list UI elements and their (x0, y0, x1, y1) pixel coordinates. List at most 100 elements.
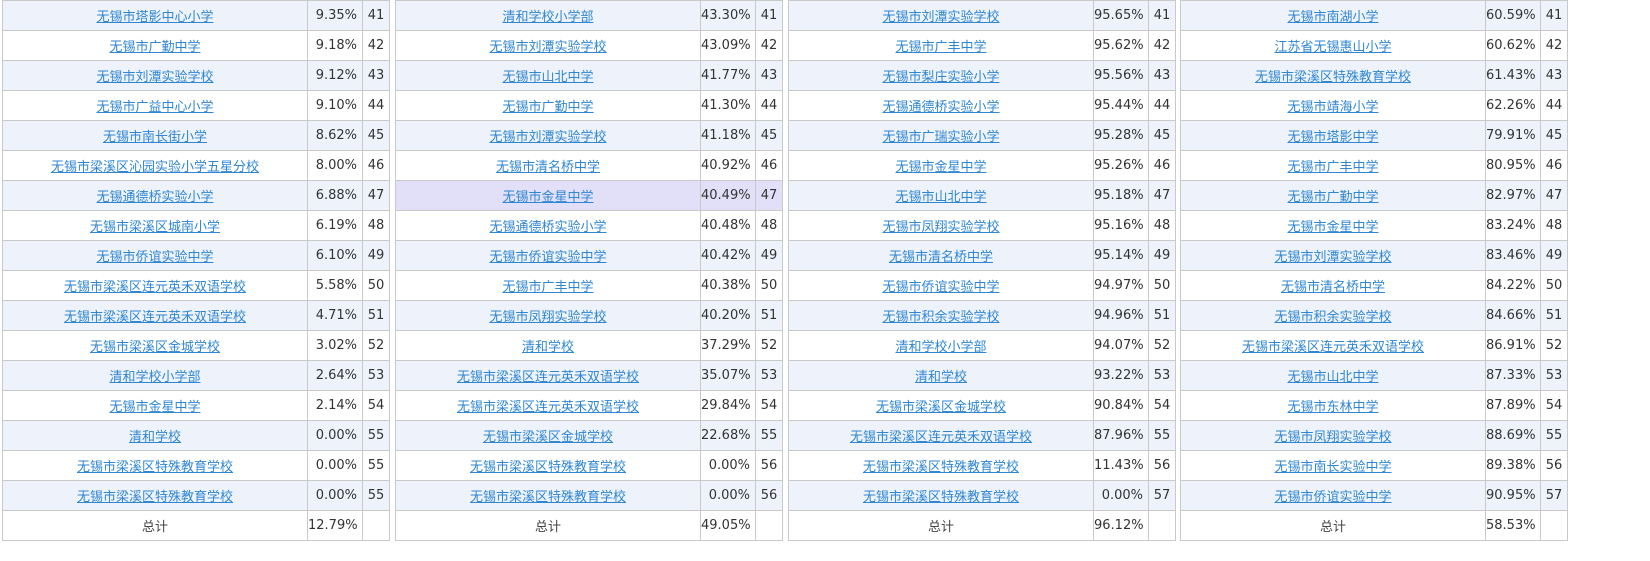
percentage-cell: 11.43% (1093, 450, 1149, 481)
total-row: 总计 58.53% (1180, 510, 1568, 541)
school-link[interactable]: 无锡市塔影中心小学 (96, 10, 213, 25)
school-link[interactable]: 无锡市刘潭实验学校 (882, 10, 999, 25)
school-link[interactable]: 无锡市凤翔实验学校 (1274, 430, 1391, 445)
school-link[interactable]: 无锡市刘潭实验学校 (489, 130, 606, 145)
school-link[interactable]: 无锡市广丰中学 (1287, 160, 1378, 175)
rank-cell: 43 (1148, 60, 1176, 91)
school-link[interactable]: 无锡市刘潭实验学校 (489, 40, 606, 55)
school-link[interactable]: 无锡市梁溪区连元英禾双语学校 (850, 430, 1032, 445)
rank-cell: 42 (1540, 30, 1568, 61)
school-name-cell: 无锡市凤翔实验学校 (395, 300, 701, 331)
school-link[interactable]: 无锡市南长街小学 (103, 130, 207, 145)
school-link[interactable]: 清和学校小学部 (895, 340, 986, 355)
table-row: 无锡市梁溪区金城学校 90.84% 54 (788, 390, 1176, 421)
percentage-cell: 84.66% (1485, 300, 1541, 331)
school-link[interactable]: 无锡市梁溪区连元英禾双语学校 (1242, 340, 1424, 355)
school-link[interactable]: 无锡市广瑞实验小学 (882, 130, 999, 145)
percentage-cell: 0.00% (307, 420, 363, 451)
percentage-cell: 22.68% (700, 420, 756, 451)
school-name-cell: 清和学校 (395, 330, 701, 361)
school-link[interactable]: 无锡市广勤中学 (1287, 190, 1378, 205)
school-name-cell: 无锡市积余实验学校 (788, 300, 1094, 331)
school-link[interactable]: 无锡市梁溪区特殊教育学校 (470, 490, 626, 505)
school-link[interactable]: 清和学校 (915, 370, 967, 385)
school-link[interactable]: 无锡市广勤中学 (109, 40, 200, 55)
rank-cell: 55 (362, 480, 390, 511)
school-link[interactable]: 无锡市清名桥中学 (889, 250, 993, 265)
school-link[interactable]: 无锡市梁溪区沁园实验小学五星分校 (51, 160, 259, 175)
school-link[interactable]: 无锡市梨庄实验小学 (882, 70, 999, 85)
school-link[interactable]: 无锡市山北中学 (895, 190, 986, 205)
school-link[interactable]: 无锡市广益中心小学 (96, 100, 213, 115)
school-link[interactable]: 无锡市刘潭实验学校 (1274, 250, 1391, 265)
school-link[interactable]: 无锡市梁溪区特殊教育学校 (863, 490, 1019, 505)
school-link[interactable]: 无锡市清名桥中学 (496, 160, 600, 175)
school-link[interactable]: 无锡通德桥实验小学 (489, 220, 606, 235)
rank-cell: 53 (755, 360, 783, 391)
school-name-cell: 无锡市靖海小学 (1180, 90, 1486, 121)
school-link[interactable]: 无锡市梁溪区特殊教育学校 (77, 490, 233, 505)
school-link[interactable]: 无锡市凤翔实验学校 (489, 310, 606, 325)
school-link[interactable]: 无锡市梁溪区连元英禾双语学校 (457, 400, 639, 415)
school-link[interactable]: 无锡市梁溪区特殊教育学校 (863, 460, 1019, 475)
school-link[interactable]: 无锡市梁溪区特殊教育学校 (470, 460, 626, 475)
table-row: 无锡市金星中学 2.14% 54 (2, 390, 390, 421)
school-link[interactable]: 江苏省无锡惠山小学 (1274, 40, 1391, 55)
school-link[interactable]: 无锡市广丰中学 (895, 40, 986, 55)
school-link[interactable]: 无锡市金星中学 (1287, 220, 1378, 235)
school-link[interactable]: 无锡市梁溪区特殊教育学校 (1255, 70, 1411, 85)
total-rank-empty (1540, 510, 1568, 541)
school-link[interactable]: 无锡市侨谊实验中学 (1274, 490, 1391, 505)
school-link[interactable]: 无锡市梁溪区金城学校 (876, 400, 1006, 415)
table-row: 无锡市南湖小学 60.59% 41 (1180, 0, 1568, 31)
table-row: 无锡市刘潭实验学校 95.65% 41 (788, 0, 1176, 31)
school-link[interactable]: 无锡市塔影中学 (1287, 130, 1378, 145)
school-link[interactable]: 无锡市东林中学 (1287, 400, 1378, 415)
total-rank-empty (1148, 510, 1176, 541)
school-link[interactable]: 无锡市广丰中学 (502, 280, 593, 295)
table-row: 无锡市梁溪区连元英禾双语学校 4.71% 51 (2, 300, 390, 331)
school-link[interactable]: 清和学校 (129, 430, 181, 445)
school-name-cell: 无锡市梁溪区连元英禾双语学校 (395, 360, 701, 391)
school-link[interactable]: 无锡市侨谊实验中学 (96, 250, 213, 265)
school-link[interactable]: 无锡市金星中学 (895, 160, 986, 175)
school-link[interactable]: 清和学校 (522, 340, 574, 355)
school-name-cell: 无锡市梁溪区特殊教育学校 (788, 450, 1094, 481)
school-link[interactable]: 无锡市梁溪区城南小学 (90, 220, 220, 235)
school-link[interactable]: 清和学校小学部 (502, 10, 593, 25)
percentage-cell: 90.84% (1093, 390, 1149, 421)
school-name-cell: 无锡市刘潭实验学校 (2, 60, 308, 91)
school-link[interactable]: 无锡市梁溪区金城学校 (90, 340, 220, 355)
school-link[interactable]: 无锡市梁溪区连元英禾双语学校 (457, 370, 639, 385)
school-link[interactable]: 无锡市南长实验中学 (1274, 460, 1391, 475)
table-row: 清和学校 37.29% 52 (395, 330, 783, 361)
school-link[interactable]: 无锡市侨谊实验中学 (882, 280, 999, 295)
school-link[interactable]: 无锡市清名桥中学 (1281, 280, 1385, 295)
school-link[interactable]: 无锡市金星中学 (109, 400, 200, 415)
school-link[interactable]: 无锡市梁溪区连元英禾双语学校 (64, 280, 246, 295)
school-link[interactable]: 无锡市梁溪区特殊教育学校 (77, 460, 233, 475)
rank-cell: 55 (362, 420, 390, 451)
rank-cell: 45 (1540, 120, 1568, 151)
school-link[interactable]: 无锡市广勤中学 (502, 100, 593, 115)
school-link[interactable]: 无锡通德桥实验小学 (96, 190, 213, 205)
school-link[interactable]: 无锡市靖海小学 (1287, 100, 1378, 115)
rank-cell: 47 (755, 180, 783, 211)
percentage-cell: 5.58% (307, 270, 363, 301)
percentage-cell: 94.07% (1093, 330, 1149, 361)
school-link[interactable]: 无锡市侨谊实验中学 (489, 250, 606, 265)
table-row: 无锡市凤翔实验学校 95.16% 48 (788, 210, 1176, 241)
school-link[interactable]: 无锡通德桥实验小学 (882, 100, 999, 115)
school-link[interactable]: 无锡市山北中学 (1287, 370, 1378, 385)
school-link[interactable]: 清和学校小学部 (109, 370, 200, 385)
school-link[interactable]: 无锡市积余实验学校 (1274, 310, 1391, 325)
school-link[interactable]: 无锡市南湖小学 (1287, 10, 1378, 25)
school-link[interactable]: 无锡市凤翔实验学校 (882, 220, 999, 235)
table-row: 无锡市广勤中学 41.30% 44 (395, 90, 783, 121)
school-link[interactable]: 无锡市山北中学 (502, 70, 593, 85)
school-link[interactable]: 无锡市梁溪区金城学校 (483, 430, 613, 445)
school-link[interactable]: 无锡市梁溪区连元英禾双语学校 (64, 310, 246, 325)
school-link[interactable]: 无锡市刘潭实验学校 (96, 70, 213, 85)
school-link[interactable]: 无锡市金星中学 (502, 190, 593, 205)
school-link[interactable]: 无锡市积余实验学校 (882, 310, 999, 325)
